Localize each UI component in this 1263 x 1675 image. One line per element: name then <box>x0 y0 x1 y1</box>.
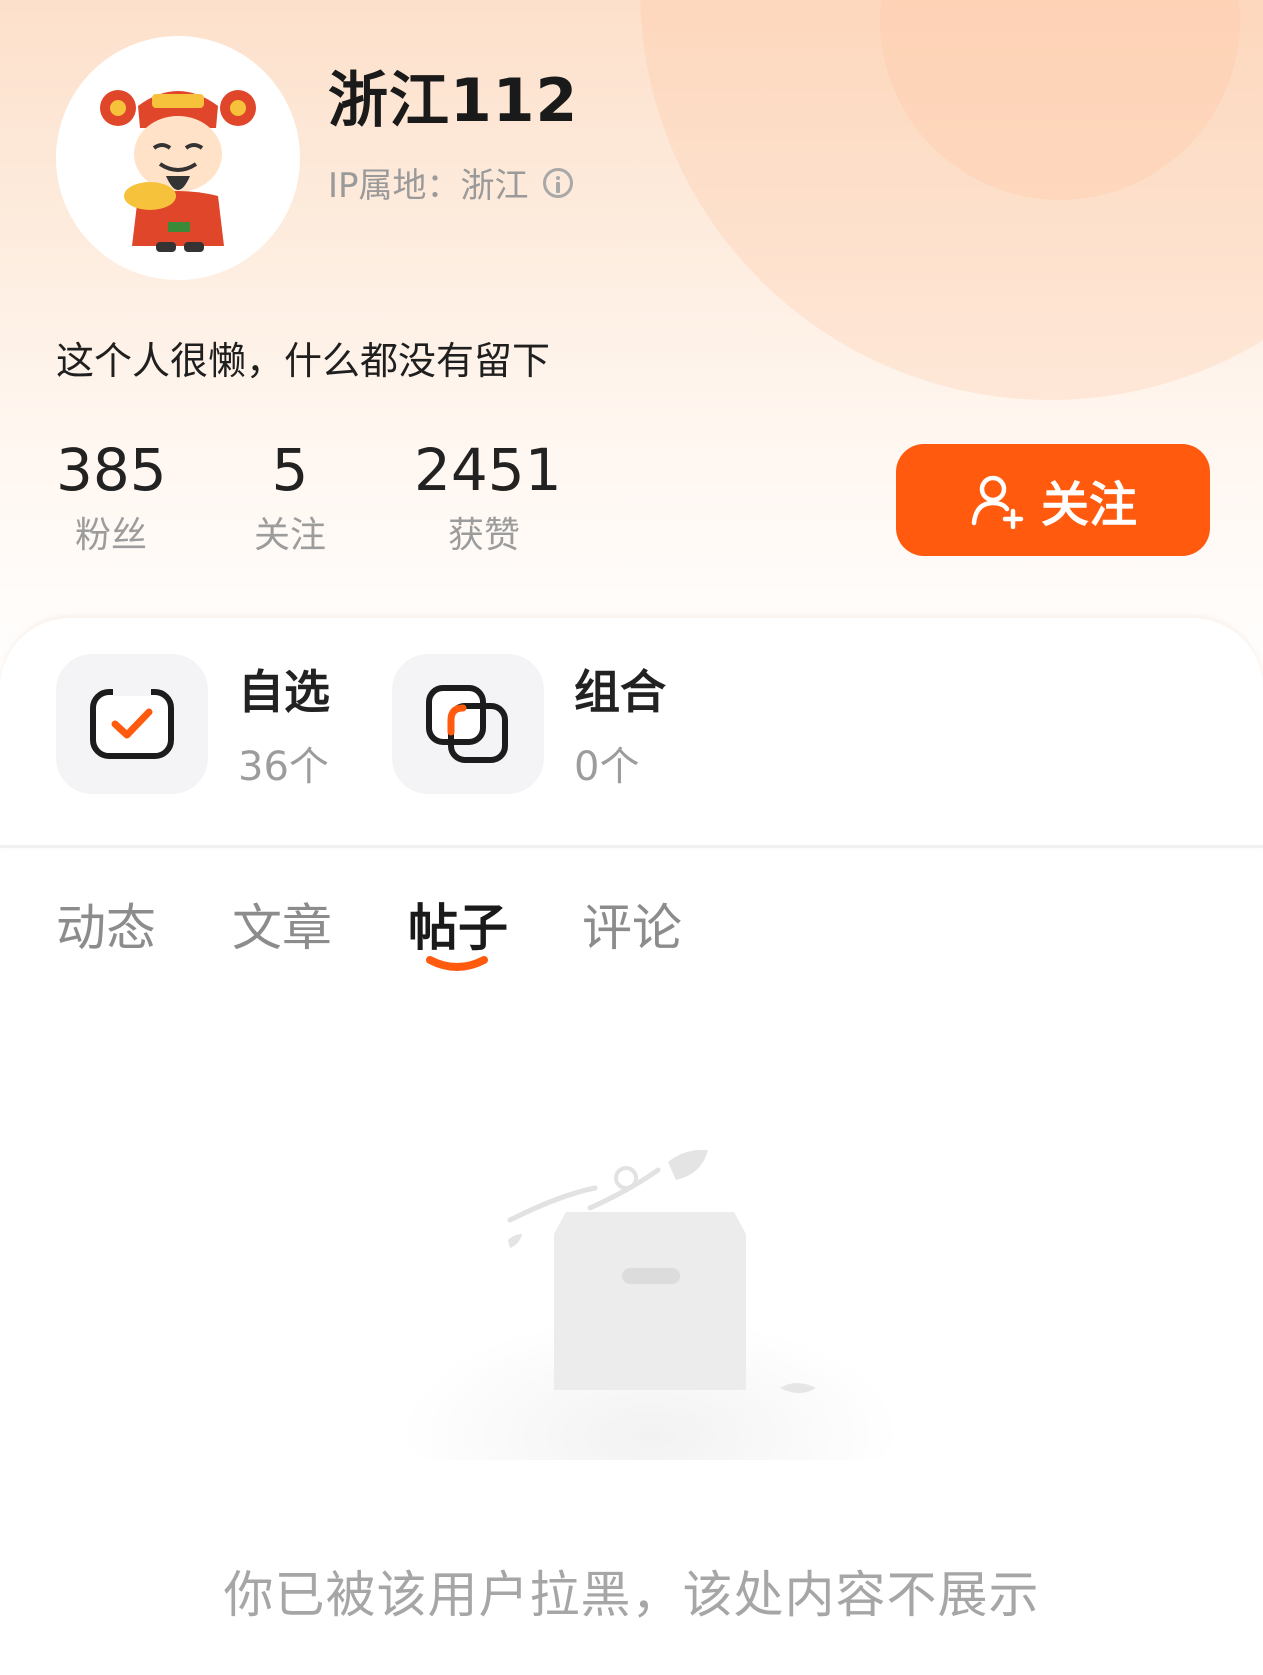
stat-value: 5 <box>271 436 309 504</box>
checked-box-icon <box>90 688 174 759</box>
shortcut-count: 36个 <box>238 744 329 790</box>
username: 浙江112 <box>328 66 579 136</box>
stat-label: 关注 <box>253 515 326 556</box>
info-icon[interactable] <box>542 167 573 198</box>
shortcut-tile <box>56 654 208 794</box>
bio: 这个人很懒，什么都没有留下 <box>56 339 551 383</box>
stat-value: 2451 <box>414 436 562 504</box>
shortcut-count: 0个 <box>574 744 640 790</box>
tab-dynamics[interactable]: 动态 <box>56 888 156 960</box>
tab-posts[interactable]: 帖子 <box>408 888 508 960</box>
stat-value: 385 <box>56 436 167 504</box>
ip-location-text: IP属地：浙江 <box>328 166 529 206</box>
active-tab-indicator <box>426 956 488 971</box>
shortcut-title: 组合 <box>574 665 666 719</box>
stat-label: 获赞 <box>447 515 520 556</box>
follow-button-label: 关注 <box>1040 477 1137 533</box>
ip-location: IP属地：浙江 <box>328 158 573 207</box>
tab-comments[interactable]: 评论 <box>582 888 682 960</box>
shortcut-title: 自选 <box>238 665 330 719</box>
stat-label: 粉丝 <box>74 515 147 556</box>
shortcut-tile <box>392 654 544 794</box>
section-divider <box>0 845 1263 848</box>
empty-state-message: 你已被该用户拉黑，该处内容不展示 <box>223 1566 1040 1624</box>
avatar[interactable] <box>56 36 300 280</box>
stat-likes[interactable]: 2451 获赞 <box>414 436 562 558</box>
stat-following[interactable]: 5 关注 <box>240 440 340 558</box>
shortcuts-card: 自选 36个 组合 0个 <box>0 618 1263 848</box>
tab-articles[interactable]: 文章 <box>232 888 332 960</box>
shortcut-portfolio[interactable]: 组合 0个 <box>392 654 666 794</box>
empty-box-icon <box>400 1150 900 1460</box>
shortcut-watchlist[interactable]: 自选 36个 <box>56 654 330 794</box>
add-user-icon <box>971 475 1024 529</box>
stat-fans[interactable]: 385 粉丝 <box>56 436 167 558</box>
fortune-god-avatar-icon <box>100 90 256 252</box>
follow-button[interactable]: 关注 <box>896 444 1210 556</box>
overlapping-squares-icon <box>426 685 508 763</box>
